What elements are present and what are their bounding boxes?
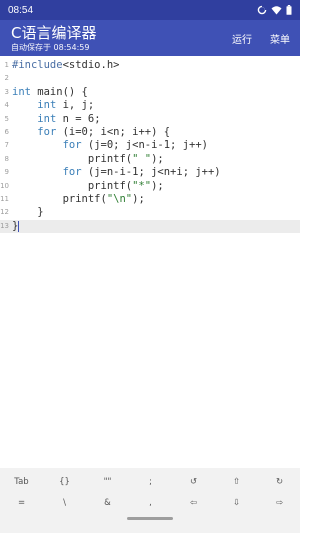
app-bar: C语言编译器 自动保存于 08:54:59 运行 菜单 [0, 20, 300, 56]
status-icons [257, 5, 292, 15]
code-token: ); [151, 179, 164, 192]
comma-key[interactable]: , [129, 493, 172, 513]
code-token: "*" [132, 179, 152, 192]
code-token: "\n" [106, 193, 133, 205]
battery-icon [286, 5, 292, 15]
code-token: for [37, 126, 57, 138]
autosave-status: 自动保存于 08:54:59 [11, 43, 90, 52]
code-token: i, j; [56, 99, 95, 112]
ampersand-key[interactable]: & [86, 493, 129, 513]
code-token: printf( [12, 179, 133, 192]
status-time: 08:54 [8, 4, 34, 16]
code-line[interactable]: 9 for (j=n-i-1; j<n+i; j++) [0, 166, 300, 179]
code-line[interactable]: 1 #include<stdio.h> [0, 59, 300, 72]
code-line[interactable]: 10 printf("*"); [0, 180, 300, 193]
code-token: (j=0; j<n-i-1; j++) [81, 139, 208, 152]
code-token: <stdio.h> [62, 59, 120, 71]
line-number: 3 [4, 87, 9, 96]
arrow-down-icon[interactable]: ⇩ [215, 493, 258, 513]
code-token: } [12, 206, 44, 219]
code-line[interactable]: 6 for (i=0; i<n; i++) { [0, 126, 300, 139]
shift-up-icon[interactable]: ⇧ [215, 472, 258, 492]
line-number: 10 [0, 181, 9, 190]
code-line[interactable]: 8 printf(" "); [0, 153, 300, 166]
code-line[interactable]: 7 for (j=0; j<n-i-1; j++) [0, 139, 300, 152]
app-title: C语言编译器 [11, 24, 97, 42]
code-line[interactable]: 3 int main() { [0, 86, 300, 99]
semicolon-key[interactable]: ; [129, 472, 172, 492]
code-line[interactable]: 5 int n = 6; [0, 113, 300, 126]
code-token: ); [151, 152, 164, 165]
line-text: int i, j; [12, 99, 94, 112]
code-token: n = 6; [56, 112, 101, 125]
code-line[interactable]: 11 printf("\n"); [0, 193, 300, 206]
braces-key[interactable]: {} [43, 472, 86, 492]
line-text: printf(" "); [12, 153, 164, 166]
code-token: main() { [30, 85, 88, 98]
line-text: int n = 6; [12, 112, 101, 126]
line-text: int main() { [12, 86, 88, 99]
code-token: printf( [12, 193, 107, 205]
line-number: 9 [4, 168, 9, 177]
text-cursor [18, 220, 19, 232]
line-text: for (i=0; i<n; i++) { [12, 126, 170, 139]
code-token: (i=0; i<n; i++) { [56, 126, 171, 138]
data-saver-icon [257, 5, 267, 15]
line-number: 6 [4, 128, 9, 136]
line-number: 8 [4, 154, 9, 163]
line-number: 7 [4, 141, 9, 150]
backslash-key[interactable]: \ [43, 493, 86, 513]
line-number: 2 [4, 74, 9, 83]
redo-icon[interactable]: ↻ [258, 472, 301, 492]
line-number: 11 [0, 195, 9, 203]
code-token: (j=n-i-1; j<n+i; j++) [81, 166, 221, 179]
line-number: 4 [4, 101, 9, 110]
code-editor[interactable]: 1 #include<stdio.h> 2 3 int main() {4 int i,… [0, 56, 300, 464]
code-token: #include [12, 59, 63, 71]
line-text: for (j=0; j<n-i-1; j++) [12, 139, 208, 152]
code-token: ); [132, 193, 145, 205]
wifi-icon [271, 6, 282, 15]
line-number: 13 [0, 221, 9, 230]
quotes-key[interactable]: "" [86, 472, 129, 492]
code-token: int [12, 85, 31, 98]
status-bar: 08:54 [0, 0, 300, 20]
arrow-left-icon[interactable]: ⇦ [172, 493, 215, 513]
code-token: for [62, 166, 82, 179]
code-line[interactable]: 13} [0, 219, 300, 234]
line-number: 1 [4, 61, 9, 69]
code-token: " " [132, 152, 152, 165]
run-button[interactable]: 运行 [232, 31, 252, 46]
code-token: int [37, 112, 57, 125]
arrow-right-icon[interactable]: ⇨ [258, 493, 301, 513]
line-text: printf("*"); [12, 180, 164, 193]
code-line[interactable]: 12 } [0, 206, 300, 219]
code-token: int [37, 99, 57, 112]
line-number: 12 [0, 208, 9, 217]
code-line[interactable]: 4 int i, j; [0, 99, 300, 112]
undo-icon[interactable]: ↺ [172, 472, 215, 492]
code-token: for [62, 139, 82, 152]
line-text: #include<stdio.h> [12, 59, 119, 72]
gesture-nav-handle[interactable] [127, 517, 173, 520]
line-text: printf("\n"); [12, 193, 145, 206]
line-text: } [12, 206, 44, 219]
menu-button[interactable]: 菜单 [270, 31, 290, 46]
equals-key[interactable]: = [0, 493, 43, 513]
line-number: 5 [4, 114, 9, 123]
code-line[interactable]: 2 [0, 72, 300, 85]
tab-key[interactable]: Tab [0, 472, 43, 492]
symbol-keyboard: Tab{} ""; ↺ ⇧ ↻ = \ &, ⇦ ⇩ ⇨ [0, 468, 300, 533]
line-text: for (j=n-i-1; j<n+i; j++) [12, 166, 221, 179]
code-token: printf( [12, 152, 133, 165]
